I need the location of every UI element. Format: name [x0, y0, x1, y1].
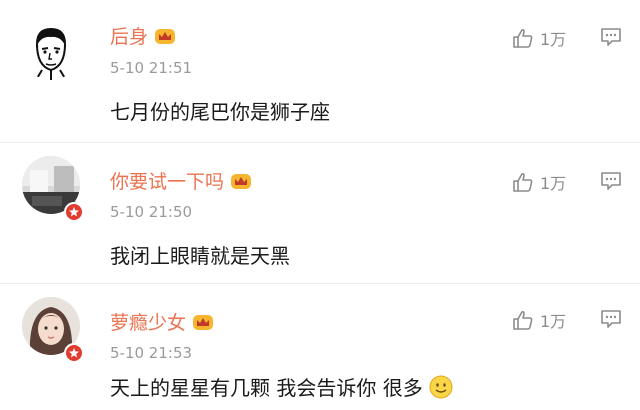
comment-time: 5-10 21:51	[110, 59, 193, 77]
badge-star-icon	[64, 343, 84, 363]
avatar[interactable]	[22, 22, 80, 80]
smile-emoji-icon	[429, 375, 453, 398]
like-button[interactable]: 1万	[512, 26, 566, 50]
comment-text: 我闭上眼睛就是天黑	[110, 244, 290, 268]
vip-crown-icon	[193, 314, 214, 330]
username-text[interactable]: 萝瘾少女	[110, 308, 186, 335]
username-text[interactable]: 你要试一下吗	[110, 167, 224, 194]
username[interactable]: 后身	[110, 22, 176, 49]
divider	[0, 142, 640, 143]
badge-star-icon	[64, 202, 84, 222]
username[interactable]: 你要试一下吗	[110, 167, 252, 194]
like-button[interactable]: 1万	[512, 308, 566, 332]
username[interactable]: 萝瘾少女	[110, 308, 214, 335]
thumbs-up-icon	[513, 28, 533, 48]
like-count: 1万	[540, 312, 567, 331]
vip-crown-icon	[155, 28, 176, 44]
comment-time: 5-10 21:53	[110, 344, 193, 362]
like-count: 1万	[540, 174, 567, 193]
thumbs-up-icon	[513, 310, 533, 330]
thumbs-up-icon	[513, 172, 533, 192]
comment-text: 七月份的尾巴你是狮子座	[110, 100, 330, 124]
reply-comment-icon[interactable]	[600, 309, 622, 329]
reply-comment-icon[interactable]	[600, 171, 622, 191]
comment-text: 天上的星星有几颗 我会告诉你 很多	[110, 376, 423, 400]
username-text[interactable]: 后身	[110, 22, 148, 49]
reply-comment-icon[interactable]	[600, 27, 622, 47]
vip-crown-icon	[231, 173, 252, 189]
comment-text-row: 天上的星星有几颗 我会告诉你 很多	[110, 372, 453, 401]
comment-time: 5-10 21:50	[110, 203, 193, 221]
cartoon-man-avatar	[22, 22, 80, 80]
divider	[0, 283, 640, 284]
like-count: 1万	[540, 30, 567, 49]
like-button[interactable]: 1万	[512, 170, 566, 194]
